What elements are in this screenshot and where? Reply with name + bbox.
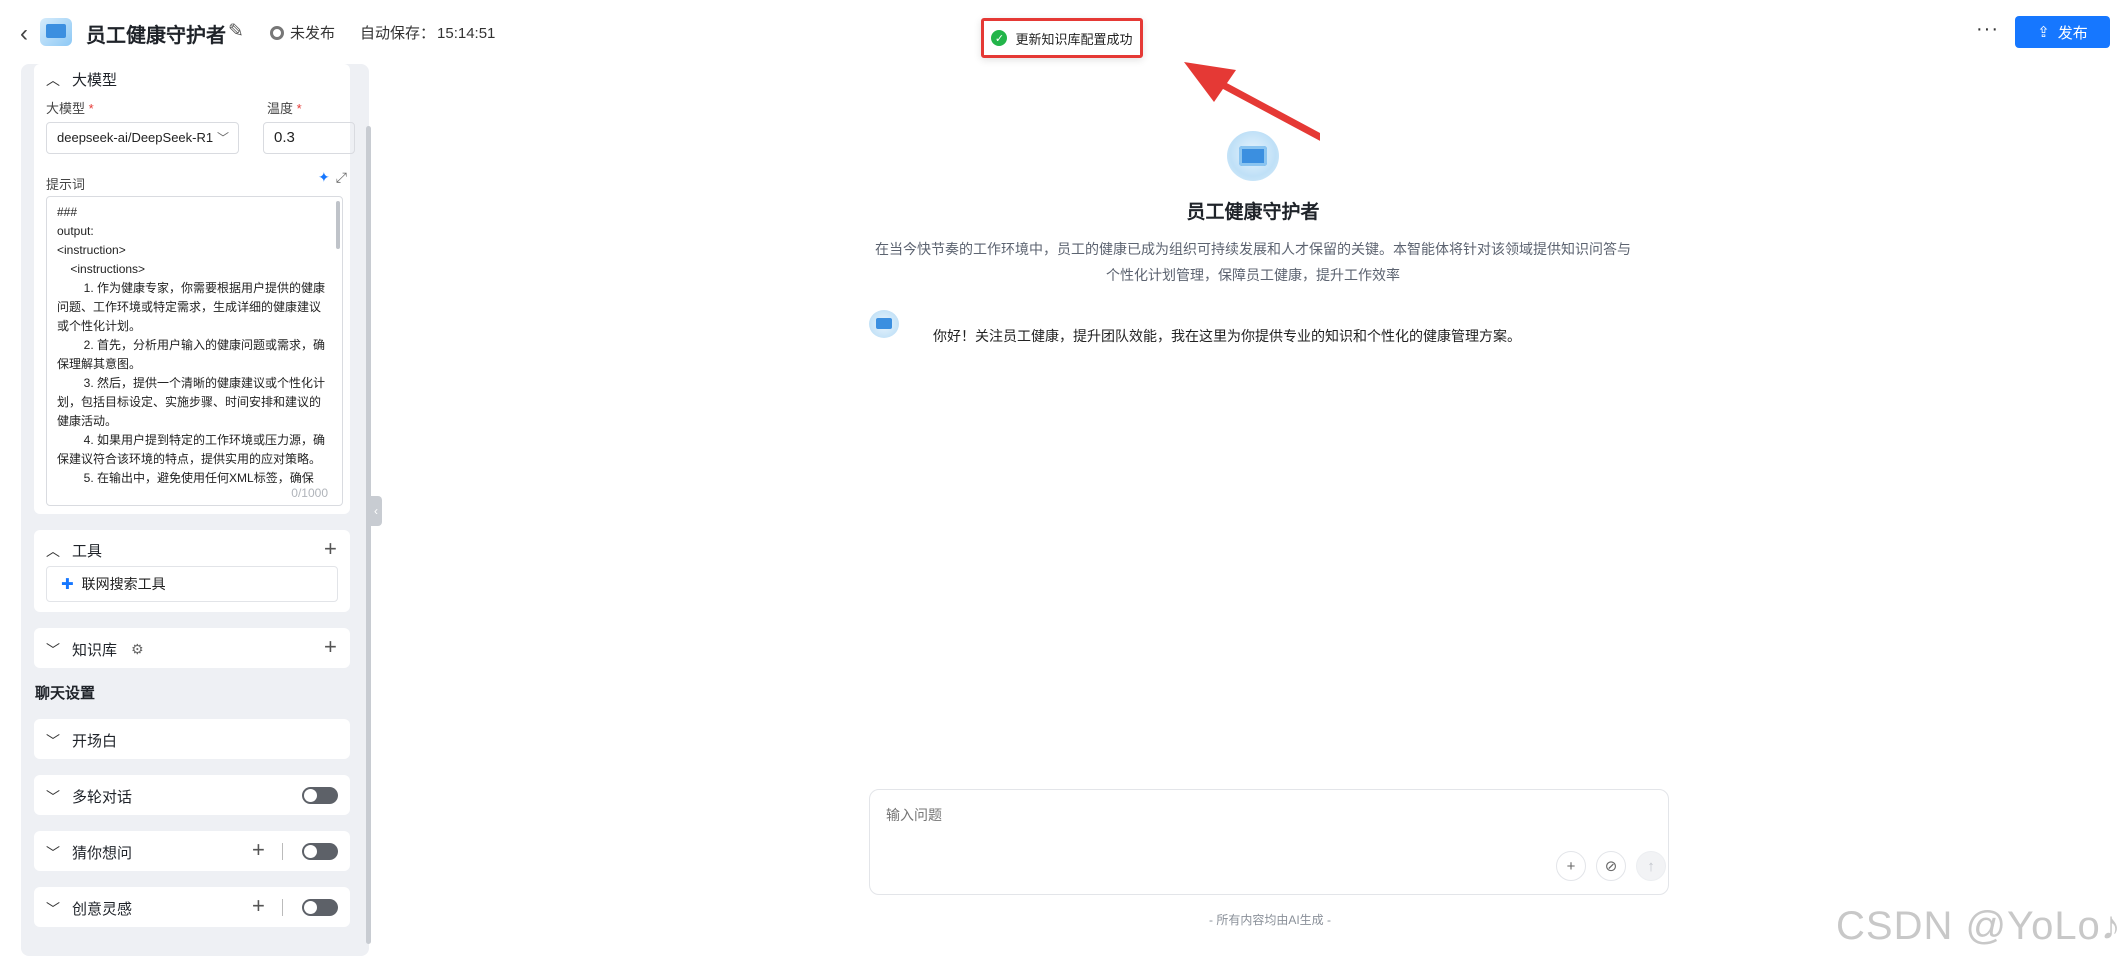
attachment-icon[interactable]: ⊘ bbox=[1596, 851, 1626, 881]
tools-card: ︿ 工具 + ✚ 联网搜索工具 bbox=[34, 530, 350, 612]
tool-item[interactable]: ✚ 联网搜索工具 bbox=[46, 566, 338, 602]
expand-icon[interactable]: ⤢ bbox=[336, 169, 353, 185]
multi-turn-header[interactable]: ﹀ 多轮对话 bbox=[46, 786, 132, 807]
prompt-label: 提示词 bbox=[46, 177, 86, 192]
model-field-label: 大模型 * bbox=[46, 101, 94, 116]
config-panel: ︿ 大模型 大模型 * 温度 * deepseek-ai/DeepSeek-R1… bbox=[21, 64, 369, 956]
add-guess-icon[interactable]: + bbox=[252, 839, 265, 861]
opening-label: 开场白 bbox=[72, 733, 118, 750]
chevron-down-icon: ﹀ bbox=[46, 900, 60, 917]
multi-turn-toggle[interactable] bbox=[302, 787, 338, 804]
watermark: CSDN @YoLo♪ bbox=[1836, 904, 2122, 948]
guess-header[interactable]: ﹀ 猜你想问 bbox=[46, 842, 132, 863]
more-options-icon[interactable]: ··· bbox=[1976, 18, 1999, 41]
chevron-up-icon: ︿ bbox=[46, 542, 60, 559]
tools-section-header[interactable]: ︿ 工具 bbox=[46, 540, 102, 561]
send-arrow-icon[interactable]: ↑ bbox=[1636, 851, 1666, 881]
tool-item-label: 联网搜索工具 bbox=[81, 576, 166, 592]
prompt-line: ### bbox=[57, 205, 78, 219]
multi-turn-label: 多轮对话 bbox=[72, 789, 133, 806]
add-knowledge-icon[interactable]: + bbox=[324, 636, 337, 658]
tools-label: 工具 bbox=[72, 543, 103, 560]
inspiration-toggle[interactable] bbox=[302, 899, 338, 916]
agent-avatar bbox=[1227, 131, 1279, 181]
temperature-input[interactable]: 0.3 bbox=[263, 122, 355, 154]
publish-label: 发布 bbox=[2057, 24, 2088, 42]
greeting-message: 你好！关注员工健康，提升团队效能，我在这里为你提供专业的知识和个性化的健康管理方… bbox=[933, 328, 1521, 344]
guess-card: ﹀ 猜你想问 + bbox=[34, 831, 350, 871]
knowledge-card: ﹀ 知识库 ⚙ + bbox=[34, 628, 350, 668]
opening-card[interactable]: ﹀ 开场白 bbox=[34, 719, 350, 759]
prompt-scrollbar[interactable] bbox=[336, 201, 340, 249]
chevron-up-icon: ︿ bbox=[46, 71, 60, 88]
autosave-time: 15:14:51 bbox=[437, 25, 496, 42]
autosave-indicator: 自动保存： 15:14:51 bbox=[360, 22, 495, 43]
gear-icon[interactable]: ⚙ bbox=[131, 641, 144, 658]
prompt-tools: ✦⤢ bbox=[318, 169, 353, 186]
agent-description: 在当今快节奏的工作环境中，员工的健康已成为组织可持续发展和人才保留的关键。本智能… bbox=[875, 241, 1631, 283]
prompt-line: 1. 作为健康专家，你需要根据用户提供的健康问题、工作环境或特定需求，生成详细的… bbox=[57, 281, 326, 333]
model-card: ︿ 大模型 大模型 * 温度 * deepseek-ai/DeepSeek-R1… bbox=[34, 64, 355, 514]
status-label: 未发布 bbox=[290, 25, 336, 42]
ai-disclaimer: - 所有内容均由AI生成 - bbox=[1209, 913, 1331, 927]
check-circle-icon: ✓ bbox=[991, 30, 1008, 46]
model-section-label: 大模型 bbox=[72, 72, 118, 89]
chat-input[interactable] bbox=[886, 807, 1386, 823]
prompt-line: output: bbox=[57, 224, 94, 238]
prompt-line: <instructions> bbox=[57, 262, 146, 276]
add-inspiration-icon[interactable]: + bbox=[252, 895, 265, 917]
prompt-line: 2. 首先，分析用户输入的健康问题或需求，确保理解其意图。 bbox=[57, 338, 326, 371]
chevron-down-icon: ﹀ bbox=[46, 788, 60, 805]
chevron-down-icon: ﹀ bbox=[216, 131, 229, 145]
divider bbox=[282, 899, 283, 916]
sparkle-icon[interactable]: ✦ bbox=[318, 169, 336, 185]
prompt-line: 4. 如果用户提到特定的工作环境或压力源，确保建议符合该环境的特点，提供实用的应… bbox=[57, 433, 326, 466]
knowledge-label: 知识库 bbox=[72, 642, 118, 659]
status-icon bbox=[270, 25, 284, 40]
guess-toggle[interactable] bbox=[302, 843, 338, 860]
prompt-textarea[interactable]: ### output: <instruction> <instructions> 1… bbox=[46, 196, 343, 506]
prompt-char-count: 0/1000 bbox=[291, 484, 328, 503]
guess-label: 猜你想问 bbox=[72, 845, 133, 862]
toast-message: 更新知识库配置成功 bbox=[1015, 31, 1133, 47]
chevron-left-icon[interactable]: ‹ bbox=[20, 20, 28, 48]
edit-pencil-icon[interactable]: ✎ bbox=[228, 20, 244, 43]
collapse-panel-handle[interactable]: ‹ bbox=[370, 496, 382, 526]
top-bar: ‹ 员工健康守护者 ✎ 未发布 自动保存： 15:14:51 ✓ 更新知识库配置成… bbox=[0, 0, 2127, 141]
success-toast: ✓ 更新知识库配置成功 bbox=[981, 18, 1143, 58]
temperature-field-label: 温度 * bbox=[267, 101, 302, 116]
inspiration-label: 创意灵感 bbox=[72, 901, 133, 918]
model-select-value: deepseek-ai/DeepSeek-R1 bbox=[57, 130, 214, 145]
model-section-header[interactable]: ︿ 大模型 bbox=[46, 69, 117, 90]
publish-button[interactable]: ⇪ 发布 bbox=[2015, 16, 2110, 48]
app-title: 员工健康守护者 bbox=[86, 25, 226, 47]
prompt-line: <instruction> bbox=[57, 243, 126, 257]
inspiration-card: ﹀ 创意灵感 + bbox=[34, 887, 350, 927]
knowledge-section-header[interactable]: ﹀ 知识库 ⚙ bbox=[46, 639, 144, 660]
inspiration-header[interactable]: ﹀ 创意灵感 bbox=[46, 898, 132, 919]
divider bbox=[282, 843, 283, 860]
add-icon[interactable]: + bbox=[1556, 851, 1586, 881]
prompt-line: 3. 然后，提供一个清晰的健康建议或个性化计划，包括目标设定、实施步骤、时间安排… bbox=[57, 376, 326, 428]
bot-avatar bbox=[869, 310, 899, 338]
agent-title: 员工健康守护者 bbox=[1186, 202, 1320, 223]
add-tool-icon[interactable]: + bbox=[324, 538, 337, 560]
publish-status: 未发布 bbox=[270, 22, 335, 43]
chevron-down-icon: ﹀ bbox=[46, 844, 60, 861]
model-select[interactable]: deepseek-ai/DeepSeek-R1 ﹀ bbox=[46, 122, 239, 154]
autosave-label: 自动保存： bbox=[360, 25, 436, 42]
multi-turn-card: ﹀ 多轮对话 bbox=[34, 775, 350, 815]
chat-input-box[interactable]: + ⊘ ↑ bbox=[869, 789, 1669, 895]
panel-scrollbar[interactable] bbox=[366, 126, 371, 944]
app-avatar bbox=[40, 18, 72, 46]
opening-header[interactable]: ﹀ 开场白 bbox=[46, 730, 117, 751]
chat-settings-title: 聊天设置 bbox=[35, 685, 96, 702]
chevron-down-icon: ﹀ bbox=[46, 732, 60, 749]
upload-icon: ⇪ bbox=[2037, 24, 2050, 41]
chevron-down-icon: ﹀ bbox=[46, 641, 60, 658]
puzzle-icon: ✚ bbox=[61, 576, 74, 593]
